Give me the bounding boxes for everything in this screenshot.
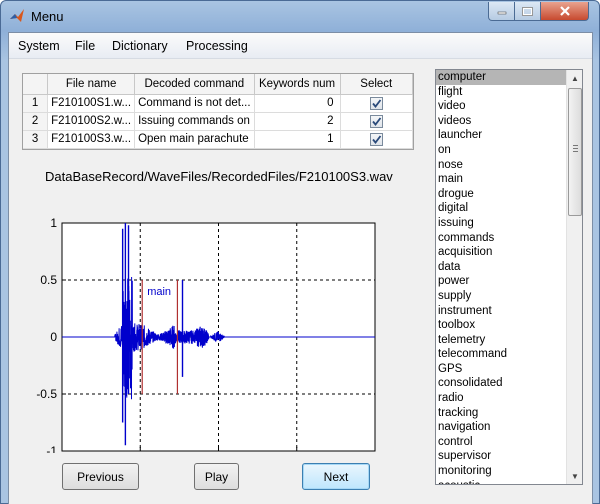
menu-bar: System File Dictionary Processing — [9, 33, 592, 59]
list-item[interactable]: launcher — [436, 128, 567, 143]
file-table: File name Decoded command Keywords num S… — [22, 73, 414, 150]
list-item[interactable]: acquisition — [436, 245, 567, 260]
dictionary-listbox[interactable]: computer flight video videos launcher on nose m… — [435, 69, 583, 485]
column-header-select[interactable]: Select — [340, 74, 414, 95]
row-number: 3 — [23, 130, 49, 149]
marker-label: main — [147, 286, 171, 298]
list-item[interactable]: main — [436, 172, 567, 187]
menu-dictionary[interactable]: Dictionary — [112, 39, 168, 53]
next-button[interactable]: Next — [302, 463, 370, 490]
menu-file[interactable]: File — [75, 39, 95, 53]
list-item[interactable]: radio — [436, 391, 567, 406]
list-item[interactable]: instrument — [436, 304, 567, 319]
maximize-button[interactable] — [514, 2, 541, 21]
list-item[interactable]: flight — [436, 85, 567, 100]
y-tick-label: -0.5 — [36, 387, 57, 401]
table-header-row: File name Decoded command Keywords num S… — [23, 74, 414, 95]
column-header-file-name[interactable]: File name — [47, 74, 136, 95]
file-path-label: DataBaseRecord/WaveFiles/RecordedFiles/F… — [45, 169, 393, 184]
row-number-header — [23, 74, 49, 95]
grip-icon — [573, 145, 578, 154]
y-tick-label: 0 — [50, 330, 57, 344]
list-item[interactable]: GPS — [436, 362, 567, 377]
list-item[interactable]: on — [436, 143, 567, 158]
menu-system[interactable]: System — [18, 39, 60, 53]
list-item[interactable]: control — [436, 435, 567, 450]
y-tick-label: 1 — [50, 216, 57, 230]
checkmark-icon — [372, 98, 381, 108]
list-item[interactable]: digital — [436, 201, 567, 216]
list-item[interactable]: telemetry — [436, 333, 567, 348]
list-item[interactable]: toolbox — [436, 318, 567, 333]
scroll-up-arrow-icon[interactable]: ▲ — [567, 70, 582, 86]
list-item[interactable]: computer — [436, 70, 567, 85]
list-item[interactable]: supply — [436, 289, 567, 304]
list-item[interactable]: nose — [436, 158, 567, 173]
list-item[interactable]: tracking — [436, 406, 567, 421]
close-button[interactable] — [540, 2, 589, 21]
decoded-command-cell[interactable]: Open main parachute — [134, 130, 255, 149]
dictionary-list: computer flight video videos launcher on nose m… — [436, 70, 567, 484]
list-item[interactable]: commands — [436, 231, 567, 246]
y-tick-label: -1 — [46, 444, 57, 453]
list-item[interactable]: supervisor — [436, 449, 567, 464]
file-name-cell[interactable]: F210100S1.w... — [47, 94, 136, 113]
keywords-num-cell[interactable]: 2 — [254, 112, 341, 131]
window-title: Menu — [31, 9, 64, 24]
previous-button[interactable]: Previous — [62, 463, 139, 490]
checkmark-icon — [372, 134, 381, 144]
maximize-icon — [522, 6, 533, 16]
column-header-keywords-num[interactable]: Keywords num — [254, 74, 341, 95]
list-item[interactable]: drogue — [436, 187, 567, 202]
matlab-logo-icon — [10, 9, 24, 22]
column-header-decoded-command[interactable]: Decoded command — [134, 74, 255, 95]
y-tick-label: 0.5 — [40, 273, 57, 287]
close-icon — [559, 6, 570, 16]
list-item[interactable]: acoustic — [436, 479, 567, 484]
decoded-command-cell[interactable]: Issuing commands on — [134, 112, 255, 131]
minimize-icon — [497, 11, 506, 15]
select-checkbox[interactable] — [369, 96, 383, 110]
select-checkbox[interactable] — [369, 132, 383, 146]
minimize-button[interactable] — [488, 2, 515, 21]
checkmark-icon — [372, 116, 381, 126]
play-button[interactable]: Play — [194, 463, 239, 490]
table-row: 2 F210100S2.w... Issuing commands on 2 — [23, 112, 414, 131]
list-item[interactable]: monitoring — [436, 464, 567, 479]
file-name-cell[interactable]: F210100S2.w... — [47, 112, 136, 131]
table-row: 3 F210100S3.w... Open main parachute 1 — [23, 130, 414, 149]
client-area: System File Dictionary Processing File n… — [8, 32, 593, 504]
list-item[interactable]: issuing — [436, 216, 567, 231]
file-name-cell[interactable]: F210100S3.w... — [47, 130, 136, 149]
list-item[interactable]: telecommand — [436, 347, 567, 362]
decoded-command-cell[interactable]: Command is not det... — [134, 94, 255, 113]
table-row: 1 F210100S1.w... Command is not det... 0 — [23, 94, 414, 113]
keywords-num-cell[interactable]: 0 — [254, 94, 341, 113]
list-item[interactable]: navigation — [436, 420, 567, 435]
list-item[interactable]: power — [436, 274, 567, 289]
vertical-scrollbar[interactable]: ▲ ▼ — [566, 70, 582, 484]
waveform-plot: 0246810.50-0.5-1x 104main — [36, 216, 376, 453]
list-item[interactable]: data — [436, 260, 567, 275]
scroll-thumb[interactable] — [568, 88, 582, 216]
app-window: Menu System File Dictionary Processing F… — [0, 0, 600, 504]
row-number: 1 — [23, 94, 49, 113]
scroll-down-arrow-icon[interactable]: ▼ — [567, 468, 582, 484]
list-item[interactable]: video — [436, 99, 567, 114]
list-item[interactable]: videos — [436, 114, 567, 129]
row-number: 2 — [23, 112, 49, 131]
title-bar: Menu — [1, 1, 599, 31]
list-item[interactable]: consolidated — [436, 376, 567, 391]
select-checkbox[interactable] — [369, 114, 383, 128]
keywords-num-cell[interactable]: 1 — [254, 130, 341, 149]
menu-processing[interactable]: Processing — [186, 39, 248, 53]
